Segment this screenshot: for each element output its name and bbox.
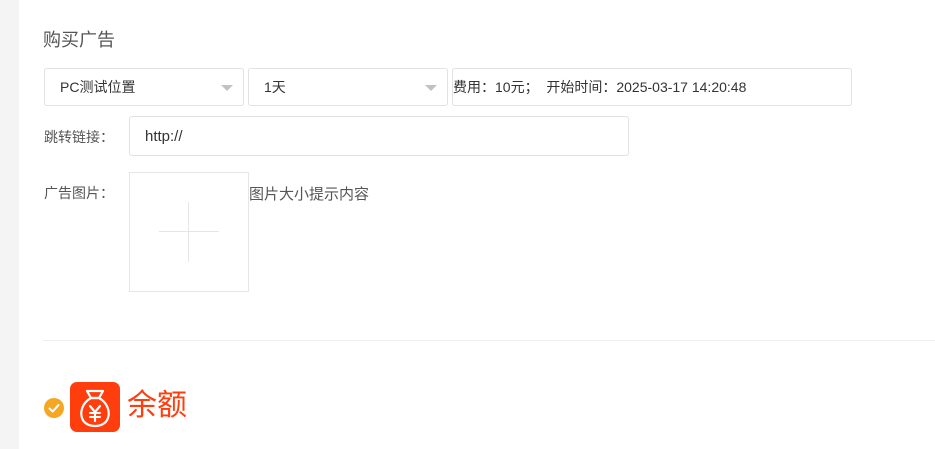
balance-option-title[interactable]: 余额 [127, 386, 187, 426]
ad-position-select[interactable]: PC测试位置 [44, 68, 244, 106]
money-bag-icon[interactable] [70, 382, 120, 432]
link-field-label: 跳转链接： [44, 129, 114, 145]
duration-select-value: 1天 [264, 79, 286, 95]
left-gutter [0, 0, 19, 449]
start-time-value: 2025-03-17 14:20:48 [616, 79, 747, 95]
fee-value: 10元； [495, 79, 539, 95]
check-circle-icon[interactable] [44, 398, 64, 418]
duration-select[interactable]: 1天 [248, 68, 448, 106]
chevron-down-icon [221, 85, 233, 91]
fee-label: 费用： [453, 79, 495, 95]
link-input[interactable] [129, 116, 629, 156]
image-upload-box[interactable] [129, 172, 249, 292]
start-time-label: 开始时间： [546, 79, 617, 95]
chevron-down-icon [425, 85, 437, 91]
section-title: 购买广告 [43, 30, 115, 50]
plus-icon-vertical [188, 202, 189, 262]
image-size-hint: 图片大小提示内容 [249, 186, 370, 203]
order-info-box: 费用：10元； 开始时间：2025-03-17 14:20:48 [452, 68, 852, 106]
ad-position-select-value: PC测试位置 [60, 79, 136, 95]
divider [43, 340, 935, 341]
image-field-label: 广告图片： [44, 185, 114, 201]
plus-icon [159, 231, 219, 232]
